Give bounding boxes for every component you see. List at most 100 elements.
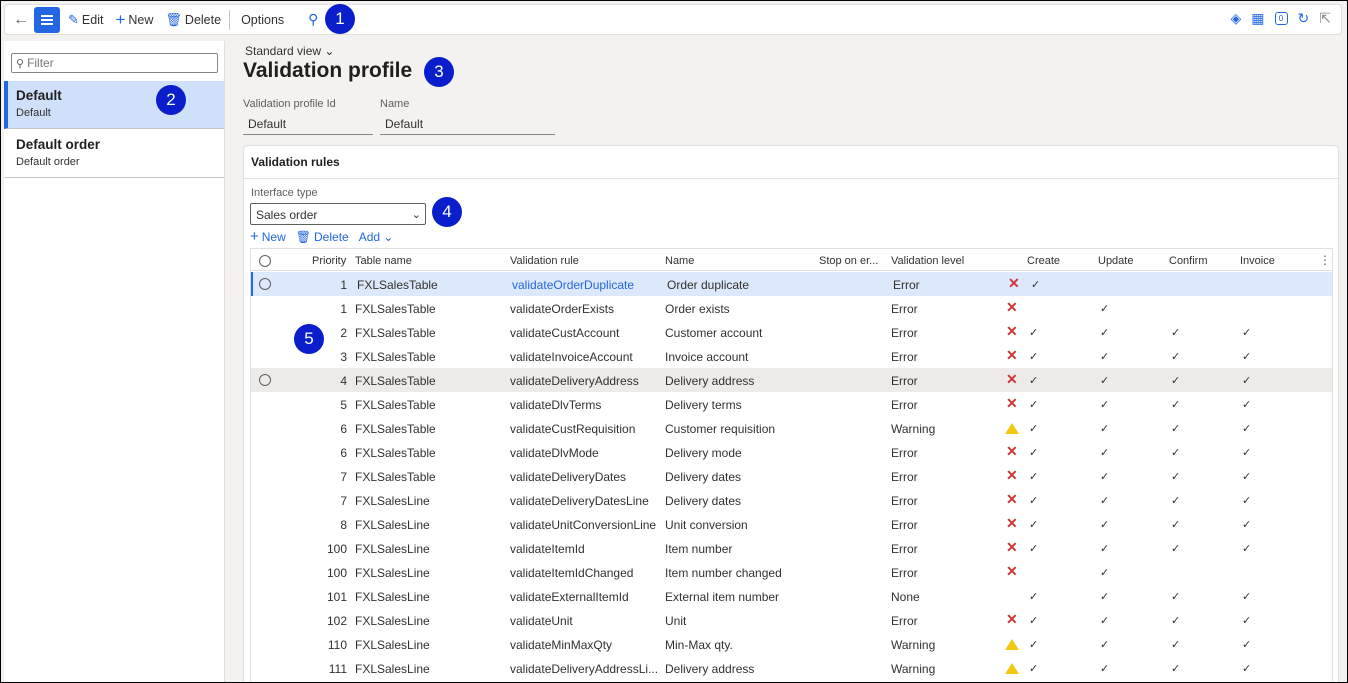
update-check-icon[interactable]: ✓ xyxy=(1100,446,1109,459)
invoice-check-icon[interactable]: ✓ xyxy=(1242,542,1251,555)
table-row[interactable]: 7 FXLSalesLine validateDeliveryDatesLine De… xyxy=(251,488,1332,512)
column-header-priority[interactable]: Priority xyxy=(312,255,346,267)
invoice-check-icon[interactable]: ✓ xyxy=(1242,350,1251,363)
confirm-check-icon[interactable]: ✓ xyxy=(1171,590,1180,603)
profile-id-field[interactable]: Default xyxy=(243,113,373,135)
list-item[interactable]: Default Default xyxy=(4,81,224,129)
update-check-icon[interactable]: ✓ xyxy=(1100,398,1109,411)
column-header-update[interactable]: Update xyxy=(1098,255,1133,267)
update-check-icon[interactable]: ✓ xyxy=(1100,590,1109,603)
create-check-icon[interactable]: ✓ xyxy=(1029,494,1038,507)
table-row[interactable]: 101 FXLSalesLine validateExternalItemId Ext… xyxy=(251,584,1332,608)
confirm-check-icon[interactable]: ✓ xyxy=(1171,638,1180,651)
refresh-icon[interactable]: ↻ xyxy=(1298,10,1310,27)
section-title[interactable]: Validation rules xyxy=(251,155,340,169)
update-check-icon[interactable]: ✓ xyxy=(1100,422,1109,435)
new-button[interactable]: + New xyxy=(111,8,157,32)
table-row[interactable]: 8 FXLSalesLine validateUnitConversionLine U… xyxy=(251,512,1332,536)
view-selector[interactable]: Standard view ⌄ xyxy=(245,44,334,58)
column-header-invoice[interactable]: Invoice xyxy=(1240,255,1275,267)
diamond-icon[interactable]: ◈ xyxy=(1231,10,1242,27)
invoice-check-icon[interactable]: ✓ xyxy=(1242,422,1251,435)
column-header-name[interactable]: Name xyxy=(665,255,694,267)
invoice-check-icon[interactable]: ✓ xyxy=(1242,614,1251,627)
invoice-check-icon[interactable]: ✓ xyxy=(1242,590,1251,603)
update-check-icon[interactable]: ✓ xyxy=(1100,326,1109,339)
update-check-icon[interactable]: ✓ xyxy=(1100,662,1109,675)
column-header-confirm[interactable]: Confirm xyxy=(1169,255,1208,267)
create-check-icon[interactable]: ✓ xyxy=(1029,350,1038,363)
update-check-icon[interactable]: ✓ xyxy=(1100,302,1109,315)
invoice-check-icon[interactable]: ✓ xyxy=(1242,638,1251,651)
delete-button[interactable]: 🗑︎ Delete xyxy=(161,8,225,32)
update-check-icon[interactable]: ✓ xyxy=(1100,542,1109,555)
column-header-level[interactable]: Validation level xyxy=(891,255,964,267)
update-check-icon[interactable]: ✓ xyxy=(1100,494,1109,507)
confirm-check-icon[interactable]: ✓ xyxy=(1171,350,1180,363)
confirm-check-icon[interactable]: ✓ xyxy=(1171,542,1180,555)
create-check-icon[interactable]: ✓ xyxy=(1029,470,1038,483)
create-check-icon[interactable]: ✓ xyxy=(1029,614,1038,627)
create-check-icon[interactable]: ✓ xyxy=(1029,518,1038,531)
invoice-check-icon[interactable]: ✓ xyxy=(1242,470,1251,483)
table-row[interactable]: 100 FXLSalesLine validateItemIdChanged Item… xyxy=(251,560,1332,584)
table-row[interactable]: 2 FXLSalesTable validateCustAccount Custome… xyxy=(251,320,1332,344)
create-check-icon[interactable]: ✓ xyxy=(1029,542,1038,555)
confirm-check-icon[interactable]: ✓ xyxy=(1171,662,1180,675)
menu-icon[interactable] xyxy=(34,6,60,33)
grid-delete-button[interactable]: 🗑︎ Delete xyxy=(296,228,349,245)
grid-add-button[interactable]: Add ⌄ xyxy=(359,228,394,245)
table-row[interactable]: 102 FXLSalesLine validateUnit Unit Error ✕ ✓ ✓ ✓… xyxy=(251,608,1332,632)
table-row[interactable]: 6 FXLSalesTable validateCustRequisition Cus… xyxy=(251,416,1332,440)
invoice-check-icon[interactable]: ✓ xyxy=(1242,494,1251,507)
invoice-check-icon[interactable]: ✓ xyxy=(1242,662,1251,675)
update-check-icon[interactable]: ✓ xyxy=(1100,566,1109,579)
confirm-check-icon[interactable]: ✓ xyxy=(1171,470,1180,483)
table-row[interactable]: 110 FXLSalesLine validateMinMaxQty Min-Max … xyxy=(251,632,1332,656)
filter-input[interactable] xyxy=(27,56,208,70)
column-header-table[interactable]: Table name xyxy=(355,255,412,267)
table-row[interactable]: 7 FXLSalesTable validateDeliveryDates Deliv… xyxy=(251,464,1332,488)
update-check-icon[interactable]: ✓ xyxy=(1100,518,1109,531)
validation-rule-cell[interactable]: validateOrderDuplicate xyxy=(512,278,634,292)
invoice-check-icon[interactable]: ✓ xyxy=(1242,326,1251,339)
create-check-icon[interactable]: ✓ xyxy=(1029,590,1038,603)
table-row[interactable]: 1 FXLSalesTable validateOrderDuplicate Orde… xyxy=(251,272,1332,296)
table-row[interactable]: 5 FXLSalesTable validateDlvTerms Delivery t… xyxy=(251,392,1332,416)
invoice-check-icon[interactable]: ✓ xyxy=(1242,374,1251,387)
confirm-check-icon[interactable]: ✓ xyxy=(1171,422,1180,435)
table-row[interactable]: 1 FXLSalesTable validateOrderExists Order e… xyxy=(251,296,1332,320)
confirm-check-icon[interactable]: ✓ xyxy=(1171,494,1180,507)
invoice-check-icon[interactable]: ✓ xyxy=(1242,518,1251,531)
list-item[interactable]: Default order Default order xyxy=(4,130,224,178)
table-row[interactable]: 4 FXLSalesTable validateDeliveryAddress Del… xyxy=(251,368,1332,392)
create-check-icon[interactable]: ✓ xyxy=(1029,326,1038,339)
create-check-icon[interactable]: ✓ xyxy=(1029,638,1038,651)
confirm-check-icon[interactable]: ✓ xyxy=(1171,518,1180,531)
create-check-icon[interactable]: ✓ xyxy=(1029,446,1038,459)
create-check-icon[interactable]: ✓ xyxy=(1029,374,1038,387)
confirm-check-icon[interactable]: ✓ xyxy=(1171,326,1180,339)
table-row[interactable]: 100 FXLSalesLine validateItemId Item number… xyxy=(251,536,1332,560)
confirm-check-icon[interactable]: ✓ xyxy=(1171,614,1180,627)
update-check-icon[interactable]: ✓ xyxy=(1100,470,1109,483)
column-header-create[interactable]: Create xyxy=(1027,255,1060,267)
update-check-icon[interactable]: ✓ xyxy=(1100,638,1109,651)
update-check-icon[interactable]: ✓ xyxy=(1100,374,1109,387)
search-icon[interactable]: ⚲ xyxy=(308,11,318,28)
create-check-icon[interactable]: ✓ xyxy=(1031,278,1040,291)
column-header-rule[interactable]: Validation rule xyxy=(510,255,579,267)
table-row[interactable]: 3 FXLSalesTable validateInvoiceAccount Invo… xyxy=(251,344,1332,368)
table-row[interactable]: 111 FXLSalesLine validateDeliveryAddressLi… xyxy=(251,656,1332,680)
options-button[interactable]: Options xyxy=(237,8,288,32)
invoice-check-icon[interactable]: ✓ xyxy=(1242,398,1251,411)
name-field[interactable]: Default xyxy=(380,113,555,135)
confirm-check-icon[interactable]: ✓ xyxy=(1171,374,1180,387)
filter-field[interactable]: ⚲ xyxy=(11,53,218,73)
more-options-icon[interactable]: ⋮ xyxy=(1319,253,1331,267)
invoice-check-icon[interactable]: ✓ xyxy=(1242,446,1251,459)
back-icon[interactable]: ← xyxy=(11,9,31,31)
column-header-stop[interactable]: Stop on er... xyxy=(819,255,878,267)
confirm-check-icon[interactable]: ✓ xyxy=(1171,446,1180,459)
confirm-check-icon[interactable]: ✓ xyxy=(1171,398,1180,411)
